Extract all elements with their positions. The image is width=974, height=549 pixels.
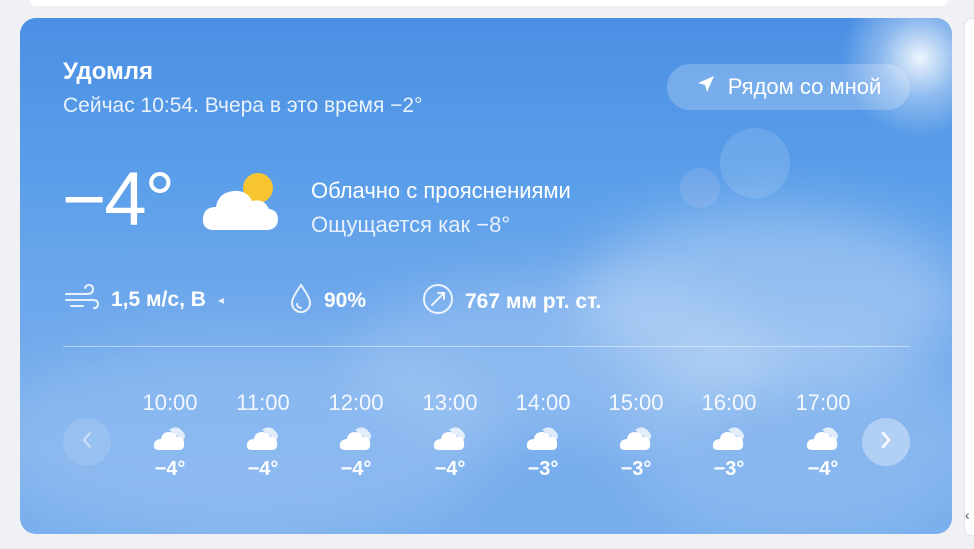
hourly-item[interactable]: 13:00 −4° <box>413 390 487 481</box>
scroll-left-button[interactable] <box>63 418 111 466</box>
chevron-left-icon[interactable]: ‹ <box>965 507 970 523</box>
hour-time: 11:00 <box>236 390 290 415</box>
hourly-item[interactable]: 10:00 −4° <box>133 390 207 481</box>
feels-like-text: Ощущается как −8° <box>311 212 511 237</box>
scroll-right-button[interactable] <box>862 418 910 466</box>
pressure-stat: 767 мм рт. ст. <box>421 282 601 322</box>
partly-cloudy-icon <box>692 424 766 454</box>
hour-temperature: −3° <box>620 458 652 480</box>
hourly-forecast: 10:00 −4° 11:00 −4° 12:00 −4° 13:00 −4° … <box>133 390 853 500</box>
partly-cloudy-icon <box>506 424 580 454</box>
hour-time: 14:00 <box>515 390 571 415</box>
partly-cloudy-icon <box>200 168 296 243</box>
top-card-edge <box>30 0 948 6</box>
divider <box>63 346 910 347</box>
hour-temperature: −4° <box>247 458 279 480</box>
weather-card: Удомля Сейчас 10:54. Вчера в это время −… <box>20 18 952 534</box>
pressure-gauge-icon <box>421 282 455 322</box>
panel-accent-mark <box>969 277 974 287</box>
lens-flare <box>720 128 790 198</box>
humidity-value: 90% <box>324 289 367 312</box>
hour-time: 13:00 <box>422 390 478 415</box>
hour-temperature: −4° <box>340 458 372 480</box>
hourly-item[interactable]: 12:00 −4° <box>319 390 393 481</box>
current-time-text: Сейчас 10:54. Вчера в это время −2° <box>63 94 423 117</box>
hour-time: 16:00 <box>701 390 757 415</box>
chevron-left-icon <box>80 430 94 455</box>
condition-text: Облачно с прояснениями <box>311 178 571 203</box>
hour-time: 15:00 <box>608 390 664 415</box>
city-name[interactable]: Удомля <box>63 58 153 86</box>
partly-cloudy-icon <box>319 424 393 454</box>
lens-flare <box>680 168 720 208</box>
hour-temperature: −4° <box>807 458 839 480</box>
pressure-value: 767 мм рт. ст. <box>465 290 602 313</box>
hourly-item[interactable]: 16:00 −3° <box>692 390 766 481</box>
partly-cloudy-icon <box>133 424 207 454</box>
hour-temperature: −4° <box>434 458 466 480</box>
hour-temperature: −3° <box>713 458 745 480</box>
hourly-item[interactable]: 11:00 −4° <box>226 390 300 481</box>
chevron-right-icon <box>879 430 893 455</box>
adjacent-panel: ‹ <box>964 18 974 536</box>
humidity-stat: 90% <box>288 282 366 320</box>
hour-temperature: −3° <box>527 458 559 480</box>
humidity-drop-icon <box>288 282 314 320</box>
hour-time: 10:00 <box>142 390 198 415</box>
partly-cloudy-icon <box>226 424 300 454</box>
hourly-item[interactable]: 14:00 −3° <box>506 390 580 481</box>
hour-time: 17:00 <box>795 390 851 415</box>
wind-value: 1,5 м/с, В <box>111 288 206 311</box>
current-temperature: −4° <box>62 157 175 242</box>
wind-stat: 1,5 м/с, В ◂ <box>63 282 224 318</box>
panel-accent-mark <box>969 397 974 407</box>
partly-cloudy-icon <box>786 424 853 454</box>
hourly-item[interactable]: 17:00 −4° <box>786 390 853 481</box>
near-me-label: Рядом со мной <box>727 74 882 99</box>
location-arrow-icon <box>696 74 716 100</box>
hour-time: 12:00 <box>328 390 384 415</box>
wind-icon <box>63 282 101 318</box>
near-me-button[interactable]: Рядом со мной <box>667 64 910 110</box>
partly-cloudy-icon <box>413 424 487 454</box>
panel-accent-mark <box>969 209 974 219</box>
hour-temperature: −4° <box>154 458 186 480</box>
wind-direction-arrow-icon: ◂ <box>217 293 224 307</box>
hourly-item[interactable]: 15:00 −3° <box>599 390 673 481</box>
partly-cloudy-icon <box>599 424 673 454</box>
panel-accent-mark <box>969 145 974 155</box>
